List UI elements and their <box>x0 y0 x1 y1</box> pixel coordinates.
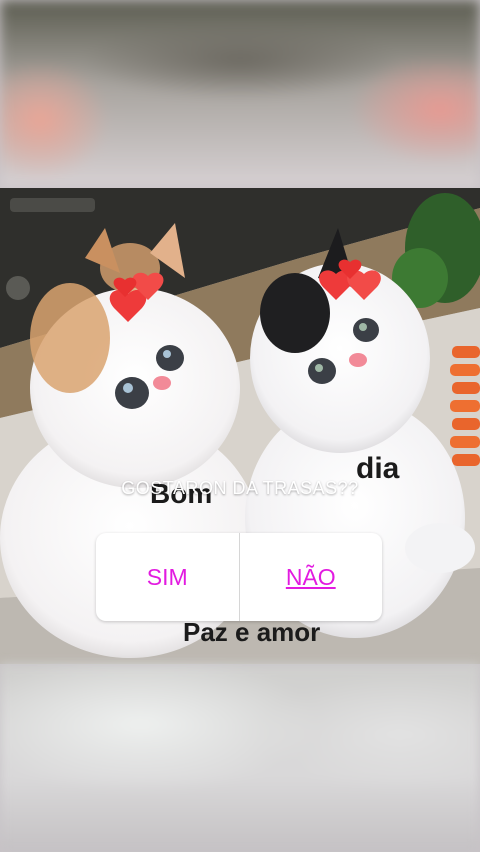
poll-sticker: SIM NÃO <box>96 533 382 621</box>
blurred-background-top <box>0 0 480 188</box>
blurred-background-bottom <box>0 664 480 852</box>
caption-paz-e-amor: Paz e amor <box>183 617 321 647</box>
poll-option-yes[interactable]: SIM <box>96 533 239 621</box>
poll-question: GOSTARON DA TRASAS?? <box>121 478 359 498</box>
poll-option-no[interactable]: NÃO <box>240 533 383 621</box>
